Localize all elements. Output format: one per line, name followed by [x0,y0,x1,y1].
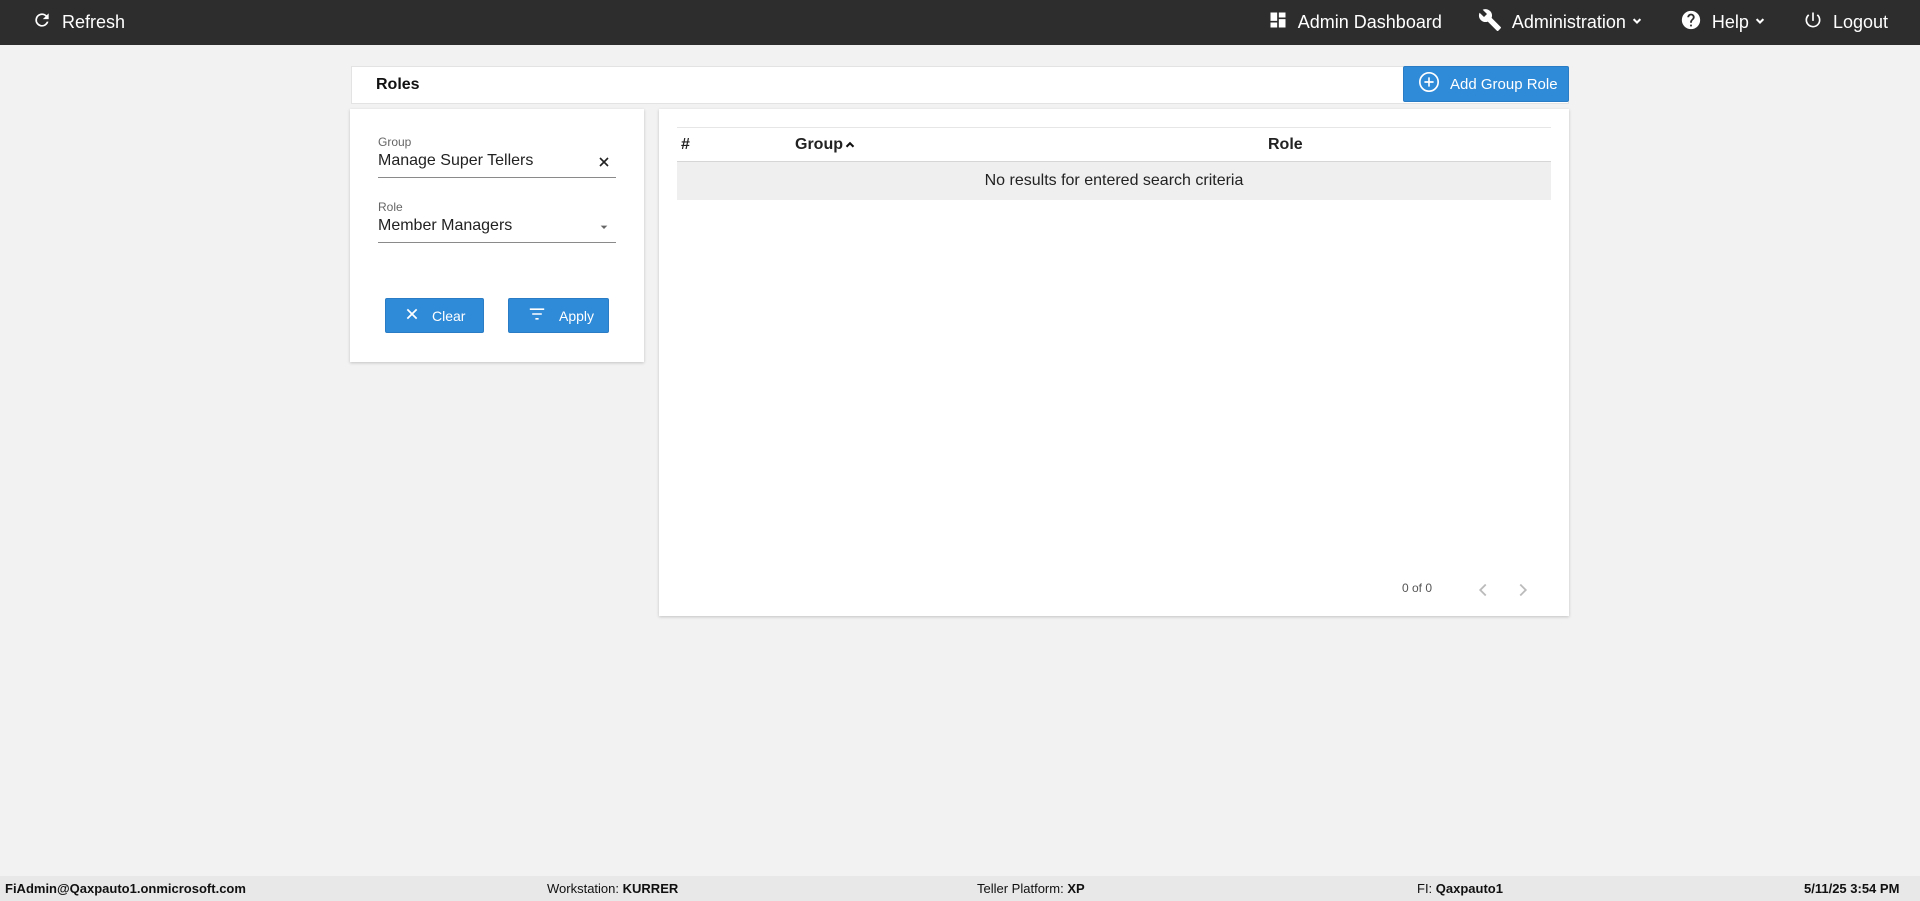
status-datetime: 5/11/25 3:54 PM [1804,881,1900,896]
refresh-label: Refresh [62,12,126,32]
column-header-group[interactable]: Group [795,136,857,154]
role-filter-field: Role Member Managers [378,200,616,243]
power-icon [1803,10,1823,35]
next-page-button[interactable] [1512,579,1534,606]
previous-page-button[interactable] [1472,579,1494,606]
add-group-role-button[interactable]: Add Group Role [1403,66,1569,102]
refresh-icon [32,10,52,35]
clear-button-label: Clear [432,307,466,324]
group-filter-field: Group Manage Super Tellers [378,135,616,178]
role-filter-value: Member Managers [378,217,513,234]
results-panel: # Group Role No results for entered sear… [659,109,1569,616]
nav-administration-label: Administration [1511,12,1626,32]
help-icon [1680,9,1702,36]
dashboard-icon [1268,10,1288,35]
wrench-icon [1478,8,1502,37]
status-bar: FiAdmin@Qaxpauto1.onmicrosoft.com Workst… [0,876,1920,901]
status-fi: FI: Qaxpauto1 [1417,881,1503,896]
role-filter-select[interactable]: Member Managers [378,217,616,243]
clear-button[interactable]: Clear [385,298,484,333]
pagination-count: 0 of 0 [1402,581,1433,595]
sort-ascending-icon [843,138,857,152]
group-filter-value: Manage Super Tellers [378,152,534,169]
role-filter-label: Role [378,200,403,214]
chevron-down-icon [1630,12,1644,33]
nav-administration[interactable]: Administration [1478,0,1644,45]
status-teller-platform: Teller Platform: XP [977,881,1085,896]
top-navigation-bar: Refresh Admin Dashboard Administration H… [0,0,1920,45]
nav-admin-dashboard-label: Admin Dashboard [1297,12,1442,32]
filter-icon [509,306,547,325]
status-user: FiAdmin@Qaxpauto1.onmicrosoft.com [5,881,246,896]
column-header-number[interactable]: # [681,136,690,154]
nav-logout-label: Logout [1832,12,1888,32]
nav-help[interactable]: Help [1680,0,1767,45]
close-icon [386,306,420,325]
dropdown-arrow-icon [596,219,612,240]
group-filter-label: Group [378,135,412,149]
page-header: Roles [351,66,1569,104]
status-workstation: Workstation: KURRER [547,881,679,896]
add-group-role-label: Add Group Role [1450,75,1558,93]
roles-table: # Group Role No results for entered sear… [677,127,1551,200]
page-title: Roles [376,76,420,93]
chevron-right-icon [1519,583,1528,597]
nav-admin-dashboard[interactable]: Admin Dashboard [1268,0,1442,45]
filter-panel: Group Manage Super Tellers Role Member M… [350,109,644,362]
chevron-left-icon [1478,583,1487,597]
refresh-button[interactable]: Refresh [32,10,125,35]
column-header-role[interactable]: Role [1268,136,1303,154]
plus-circle-icon [1404,71,1440,97]
apply-button-label: Apply [559,307,595,324]
table-header: # Group Role [677,127,1551,162]
pagination: 0 of 0 [659,579,1569,603]
nav-logout[interactable]: Logout [1803,0,1888,45]
empty-results-message: No results for entered search criteria [984,172,1244,189]
group-filter-input[interactable]: Manage Super Tellers [378,152,616,178]
chevron-down-icon [1753,12,1767,33]
empty-results-row: No results for entered search criteria [677,162,1551,200]
nav-help-label: Help [1711,12,1749,32]
clear-field-icon[interactable] [596,154,612,175]
apply-button[interactable]: Apply [508,298,609,333]
